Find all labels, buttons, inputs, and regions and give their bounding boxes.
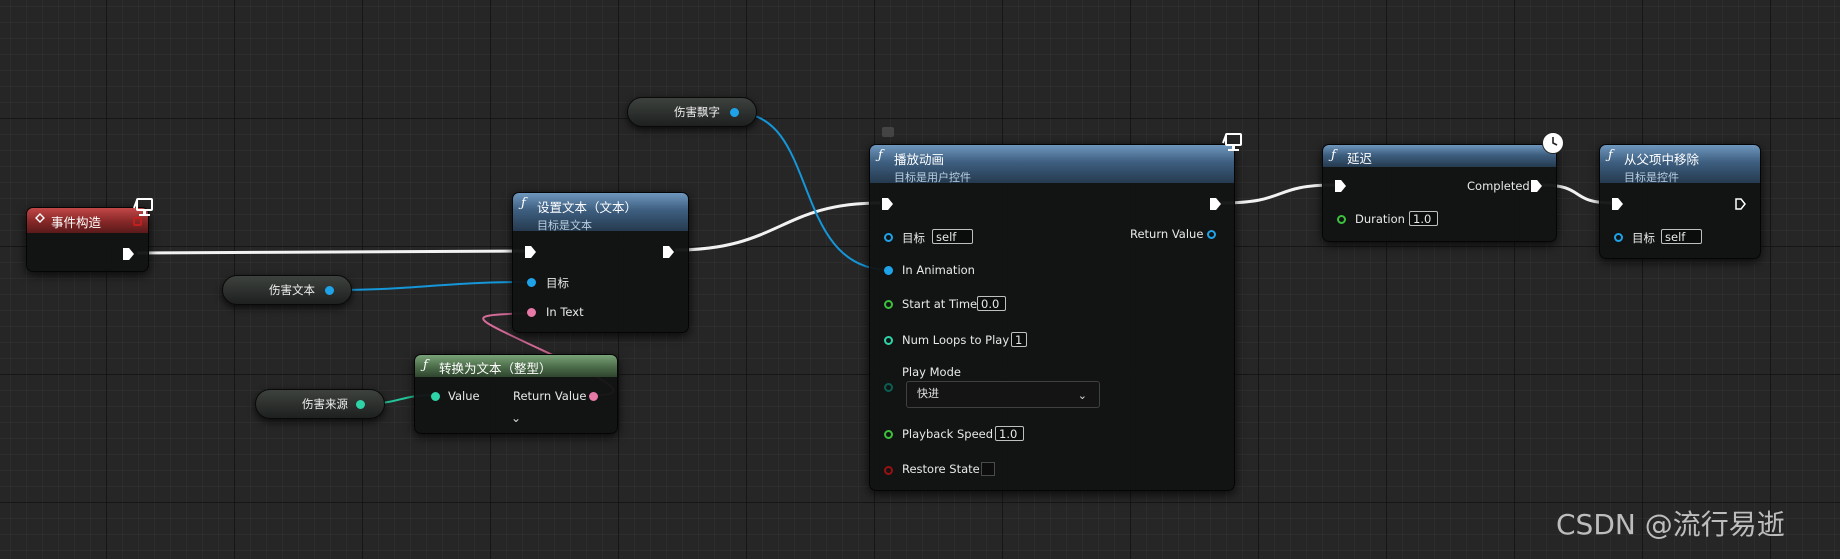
start-at-time-field[interactable]: 0.0	[977, 296, 1006, 311]
node-header: ƒ 设置文本（文本） 目标是文本	[513, 193, 688, 232]
pin-label-target: 目标	[546, 276, 569, 290]
completed-exec-out-pin[interactable]	[1531, 180, 1542, 192]
return-value-pin[interactable]	[1207, 230, 1216, 239]
pin-label-target: 目标	[1632, 231, 1655, 245]
pin-label-playback-speed: Playback Speed	[902, 427, 994, 441]
variable-damage-text[interactable]: 伤害文本	[222, 275, 352, 305]
exec-in-pin[interactable]	[525, 246, 536, 258]
node-title: 从父项中移除	[1624, 152, 1700, 167]
client-monitor-icon	[1222, 131, 1244, 153]
num-loops-pin[interactable]	[884, 336, 893, 345]
object-out-pin[interactable]	[730, 108, 739, 117]
node-title: 延迟	[1347, 151, 1373, 166]
node-header: ƒ 从父项中移除 目标是控件	[1600, 145, 1760, 184]
event-construct-node[interactable]: 事件构造	[26, 207, 149, 272]
playback-speed-field[interactable]: 1.0	[995, 426, 1024, 441]
function-icon: ƒ	[423, 358, 428, 373]
node-title: 播放动画	[894, 152, 945, 167]
remove-from-parent-node[interactable]: ƒ 从父项中移除 目标是控件 目标 self	[1599, 144, 1761, 259]
exec-out-pin[interactable]	[1210, 198, 1221, 210]
pin-label-value: Value	[448, 389, 480, 403]
variable-damage-source[interactable]: 伤害来源	[255, 389, 385, 419]
expand-chevron-icon[interactable]: ⌄	[511, 411, 521, 425]
variable-damage-float[interactable]: 伤害飘字	[627, 97, 757, 127]
node-header: 事件构造	[27, 208, 148, 233]
pin-label-in-animation: In Animation	[902, 263, 975, 277]
pin-label-start-at-time: Start at Time	[902, 297, 978, 311]
variable-label: 伤害飘字	[674, 105, 720, 119]
event-icon	[35, 213, 45, 223]
num-loops-field[interactable]: 1	[1011, 332, 1027, 347]
exec-out-pin[interactable]	[663, 246, 674, 258]
return-value-pin[interactable]	[589, 392, 598, 401]
node-subtitle: 目标是用户控件	[894, 171, 971, 184]
to-text-int-node[interactable]: ƒ 转换为文本（整型） Value Return Value ⌄	[414, 354, 618, 434]
pin-label-num-loops: Num Loops to Play	[902, 333, 1010, 347]
target-pin[interactable]	[884, 233, 893, 242]
duration-pin[interactable]	[1337, 215, 1346, 224]
target-value-field[interactable]: self	[932, 229, 973, 244]
play-animation-node[interactable]: ƒ 播放动画 目标是用户控件 目标 self Return Value In A…	[869, 144, 1235, 491]
start-at-time-pin[interactable]	[884, 300, 893, 309]
clock-icon	[1542, 132, 1564, 154]
variable-label: 伤害来源	[302, 397, 348, 411]
target-pin[interactable]	[527, 278, 536, 287]
comment-bubble-icon[interactable]	[882, 127, 894, 137]
target-pin[interactable]	[1614, 233, 1623, 242]
pin-label-duration: Duration	[1355, 212, 1405, 226]
node-subtitle: 目标是文本	[537, 219, 592, 232]
pin-label-return-value: Return Value	[1130, 227, 1204, 241]
node-header: ƒ 延迟	[1323, 145, 1556, 167]
set-text-node[interactable]: ƒ 设置文本（文本） 目标是文本 目标 In Text	[512, 192, 689, 333]
playback-speed-pin[interactable]	[884, 430, 893, 439]
function-icon: ƒ	[1331, 148, 1336, 163]
pin-label-target: 目标	[902, 231, 925, 245]
node-title: 转换为文本（整型）	[439, 361, 552, 376]
int-out-pin[interactable]	[356, 400, 365, 409]
play-mode-pin[interactable]	[884, 383, 893, 392]
pin-label-completed: Completed	[1467, 179, 1530, 193]
function-icon: ƒ	[878, 148, 883, 163]
function-icon: ƒ	[521, 196, 526, 211]
target-value-field[interactable]: self	[1661, 229, 1702, 244]
exec-in-pin[interactable]	[882, 198, 893, 210]
watermark: CSDN @流行易逝	[1556, 508, 1785, 541]
play-mode-dropdown[interactable]: 快进 ⌄	[906, 381, 1100, 408]
object-out-pin[interactable]	[325, 286, 334, 295]
value-in-pin[interactable]	[431, 392, 440, 401]
delegate-pin-icon[interactable]	[133, 217, 142, 226]
variable-label: 伤害文本	[269, 283, 315, 297]
pin-label-restore-state: Restore State	[902, 462, 980, 476]
node-subtitle: 目标是控件	[1624, 171, 1679, 184]
duration-field[interactable]: 1.0	[1409, 211, 1438, 226]
node-header: ƒ 播放动画 目标是用户控件	[870, 145, 1234, 184]
exec-out-pin[interactable]	[1735, 198, 1746, 210]
exec-in-pin[interactable]	[1335, 180, 1346, 192]
restore-state-pin[interactable]	[884, 466, 893, 475]
delay-node[interactable]: ƒ 延迟 Completed Duration 1.0	[1322, 144, 1557, 242]
exec-in-pin[interactable]	[1612, 198, 1623, 210]
play-mode-selected: 快进	[917, 387, 939, 400]
pin-label-play-mode: Play Mode	[902, 365, 961, 379]
node-title: 设置文本（文本）	[537, 200, 638, 215]
exec-out-pin[interactable]	[123, 248, 134, 260]
restore-state-checkbox[interactable]	[981, 462, 995, 476]
pin-label-return: Return Value	[513, 389, 587, 403]
in-animation-pin[interactable]	[884, 266, 893, 275]
chevron-down-icon: ⌄	[1077, 389, 1087, 402]
node-header: ƒ 转换为文本（整型）	[415, 355, 617, 377]
pin-label-in-text: In Text	[546, 305, 584, 319]
in-text-pin[interactable]	[527, 308, 536, 317]
client-monitor-icon	[133, 196, 155, 218]
function-icon: ƒ	[1608, 148, 1613, 163]
